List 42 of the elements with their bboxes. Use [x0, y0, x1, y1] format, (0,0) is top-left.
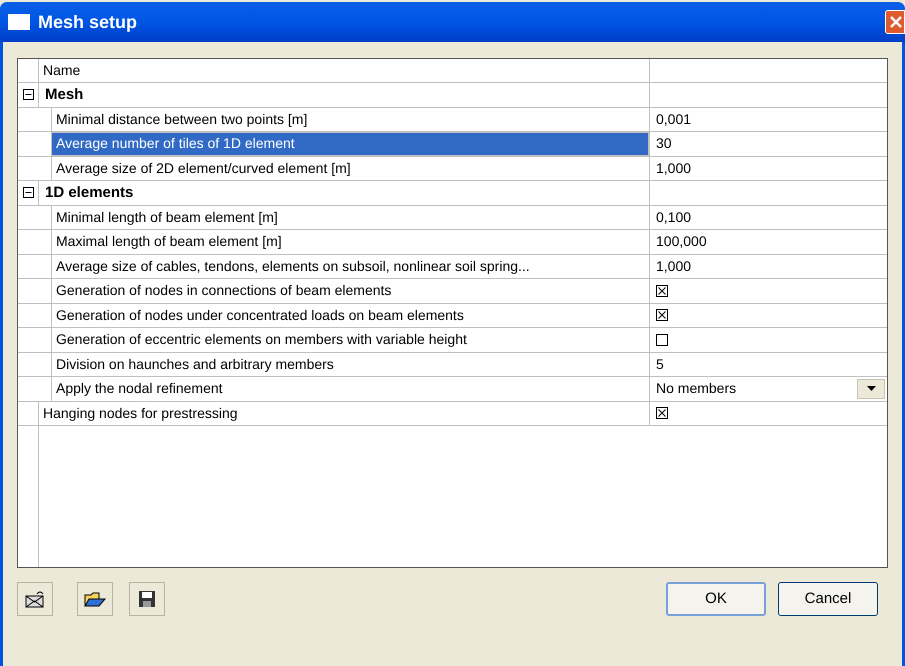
close-button[interactable]: [885, 10, 905, 34]
envelope-icon: [25, 590, 45, 608]
envelope-button[interactable]: [17, 582, 53, 616]
save-button[interactable]: [129, 582, 165, 616]
open-folder-button[interactable]: [77, 582, 113, 616]
column-header: Name: [38, 59, 649, 82]
ok-button[interactable]: OK: [666, 582, 766, 616]
window-icon: [8, 14, 30, 30]
cancel-button[interactable]: Cancel: [778, 582, 878, 616]
property-name-cell[interactable]: Average size of cables, tendons, elements on subsoil, nonlinear soil spring...: [51, 254, 649, 278]
collapse-icon[interactable]: [22, 89, 34, 100]
property-name-cell[interactable]: Minimal length of beam element [m]: [51, 206, 649, 229]
caret-icon: [866, 386, 876, 392]
checked-checkbox[interactable]: [656, 309, 668, 322]
value-cell[interactable]: 0,100: [649, 206, 887, 229]
value-cell[interactable]: 30: [649, 132, 887, 156]
property-name-cell[interactable]: Average size of 2D element/curved element [m]: [51, 156, 649, 180]
value-cell[interactable]: 0,001: [649, 108, 887, 131]
property-name-cell[interactable]: Average number of tiles of 1D element: [51, 132, 649, 156]
dropdown-field[interactable]: No members: [649, 377, 887, 400]
group-header[interactable]: 1D elements: [38, 181, 649, 204]
value-cell[interactable]: 100,000: [649, 230, 887, 254]
property-name-cell[interactable]: Generation of eccentric elements on members with variable height: [51, 328, 649, 352]
value-cell[interactable]: 1,000: [649, 156, 887, 180]
property-name-cell[interactable]: Division on haunches and arbitrary members: [51, 352, 649, 376]
property-name-cell[interactable]: Generation of nodes in connections of beam elements: [51, 279, 649, 302]
property-name-cell[interactable]: Minimal distance between two points [m]: [51, 108, 649, 131]
close-icon: [890, 16, 902, 28]
group-header[interactable]: Mesh: [38, 83, 649, 106]
checked-checkbox[interactable]: [656, 284, 668, 297]
property-name-cell[interactable]: Apply the nodal refinement: [51, 377, 649, 400]
value-cell[interactable]: 1,000: [649, 254, 887, 278]
collapse-icon[interactable]: [22, 187, 34, 198]
checkbox[interactable]: [656, 334, 668, 346]
folder-icon: [84, 590, 106, 608]
property-name-cell[interactable]: Hanging nodes for prestressing: [38, 402, 649, 425]
checked-checkbox[interactable]: [656, 407, 668, 420]
dropdown-arrow-button[interactable]: [857, 378, 885, 399]
window-title: Mesh setup: [38, 10, 138, 34]
value-cell[interactable]: 5: [649, 352, 887, 376]
property-name-cell[interactable]: Maximal length of beam element [m]: [51, 230, 649, 254]
property-name-cell[interactable]: Generation of nodes under concentrated loads on beam elements: [51, 304, 649, 327]
